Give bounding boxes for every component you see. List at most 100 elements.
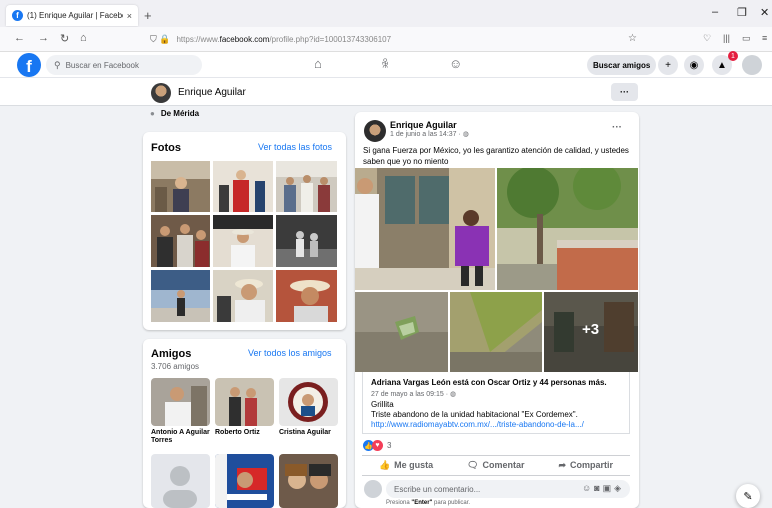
photo-thumbnail[interactable] [276, 270, 337, 322]
location-pin-icon: ● [150, 108, 155, 118]
shared-post-attachment[interactable]: Adriana Vargas León está con Oscar Ortiz… [362, 372, 630, 434]
create-plus-icon[interactable]: + [658, 55, 678, 75]
comment-input[interactable]: Escribe un comentario... ☺◙▣◈ [386, 480, 630, 498]
photo-thumbnail[interactable] [151, 215, 210, 267]
friends-count: 3.706 amigos [151, 362, 200, 371]
friend-name[interactable]: Antonio A Aguilar Torres [151, 429, 210, 445]
post-author-name[interactable]: Enrique Aguilar [390, 120, 457, 130]
photo-thumbnail[interactable] [213, 270, 273, 322]
love-reaction-icon: ♥ [372, 440, 383, 451]
reload-icon[interactable]: ↻ [60, 32, 69, 45]
like-button[interactable]: 👍 Me gusta [379, 460, 433, 471]
account-avatar[interactable] [742, 55, 762, 75]
photo-thumbnail[interactable] [276, 161, 337, 212]
profile-sticky-bar: Enrique Aguilar ··· [0, 78, 772, 106]
post-date[interactable]: 1 de junio a las 14:37 · ◍ [390, 130, 469, 138]
search-icon: ⚲ [54, 59, 61, 70]
location-text: De Mérida [160, 108, 200, 118]
friend-name[interactable]: Cristina Aguilar [279, 429, 338, 437]
globe-icon: ◍ [462, 131, 469, 138]
new-message-compose-icon[interactable]: ✎ [736, 484, 760, 508]
notification-badge: 1 [728, 51, 738, 61]
see-all-friends-link[interactable]: Ver todos los amigos [248, 348, 332, 358]
friend-photo[interactable] [151, 378, 210, 426]
sidebar-icon[interactable]: ▭ [742, 33, 751, 44]
friends-nav-icon[interactable]: ꆜ [381, 56, 390, 71]
photo-thumbnail[interactable] [151, 161, 210, 212]
post-photo[interactable] [497, 168, 638, 290]
share-icon: ➦ [558, 460, 566, 470]
facebook-favicon-icon: f [12, 10, 23, 21]
friend-photo[interactable] [215, 454, 274, 508]
url-text: https://www.facebook.com/profile.php?id=… [176, 35, 392, 44]
browser-tab[interactable]: f (1) Enrique Aguilar | Facebook × [6, 5, 138, 26]
profile-avatar[interactable] [151, 83, 171, 103]
home-icon[interactable]: ⌂ [80, 32, 87, 44]
friends-title: Amigos [151, 348, 192, 360]
menu-icon[interactable]: ≡ [762, 33, 767, 43]
photos-title: Fotos [151, 142, 181, 154]
messenger-icon[interactable]: ◉ [684, 55, 704, 75]
friend-photo[interactable] [279, 454, 338, 508]
photo-thumbnail[interactable] [151, 270, 210, 322]
photo-thumbnail[interactable] [213, 161, 273, 212]
back-icon[interactable]: ← [14, 32, 25, 44]
reaction-count: 3 [387, 441, 392, 450]
shield-lock-icon: ⛉ 🔒 [150, 34, 171, 44]
comment-hint: Presiona "Enter" para publicar. [386, 500, 471, 506]
maximize-button[interactable]: ❐ [737, 6, 747, 19]
close-window-button[interactable]: ✕ [760, 6, 769, 19]
minimize-button[interactable]: – [712, 6, 718, 18]
commenter-avatar [364, 480, 382, 498]
friend-photo[interactable] [279, 378, 338, 426]
see-all-photos-link[interactable]: Ver todas las fotos [258, 142, 332, 152]
profile-more-button[interactable]: ··· [611, 83, 638, 101]
friend-photo[interactable] [151, 454, 210, 508]
post-text: Si gana Fuerza por México, yo les garant… [363, 146, 629, 166]
shared-title[interactable]: Adriana Vargas León está con Oscar Ortiz… [371, 378, 607, 387]
facebook-header: f ⚲ Buscar en Facebook ⌂ ꆜ ☺ Buscar amig… [0, 51, 772, 78]
friend-card[interactable]: Roberto Ortiz [215, 378, 274, 437]
home-nav-icon[interactable]: ⌂ [314, 56, 322, 71]
share-button[interactable]: ➦ Compartir [558, 460, 613, 471]
friend-card[interactable]: Cristina Aguilar [279, 378, 338, 437]
post-more-icon[interactable]: ··· [612, 122, 622, 133]
post-photo[interactable] [355, 292, 448, 372]
reaction-summary[interactable]: 👍 ♥ 3 [363, 440, 391, 451]
comment-button[interactable]: 🗨 Comentar [467, 460, 524, 471]
groups-nav-icon[interactable]: ☺ [449, 56, 462, 71]
post-author-avatar[interactable] [364, 120, 386, 142]
post-actions: 👍 Me gusta 🗨 Comentar ➦ Compartir [362, 455, 630, 476]
globe-icon: ◍ [450, 391, 457, 398]
library-icon[interactable]: ||| [723, 33, 730, 43]
new-tab-button[interactable]: + [144, 8, 152, 23]
photo-thumbnail[interactable] [276, 215, 337, 267]
shared-link[interactable]: http://www.radiomayabtv.com.mx/.../trist… [371, 420, 584, 429]
more-photos-count: +3 [582, 321, 600, 338]
comment-icon: 🗨 [467, 460, 479, 470]
photo-thumbnail[interactable] [213, 215, 273, 267]
pocket-icon[interactable]: ♡ [703, 33, 711, 44]
bookmark-star-icon[interactable]: ☆ [628, 33, 637, 44]
browser-tab-bar: f (1) Enrique Aguilar | Facebook × + – ❐… [0, 0, 772, 27]
post-photo[interactable] [355, 168, 495, 290]
friend-photo[interactable] [215, 378, 274, 426]
thumbs-up-icon: 👍 [378, 460, 391, 470]
friend-card[interactable]: Antonio A Aguilar Torres [151, 378, 210, 445]
forward-icon[interactable]: → [38, 32, 49, 44]
tab-title: (1) Enrique Aguilar | Facebook [27, 11, 123, 20]
comment-placeholder: Escribe un comentario... [394, 484, 481, 494]
find-friends-button[interactable]: Buscar amigos [587, 55, 657, 75]
address-bar[interactable]: ⛉ 🔒 https://www.facebook.com/profile.php… [150, 30, 640, 49]
post-photo[interactable] [450, 292, 542, 372]
shared-line-1: Grillita [371, 400, 394, 409]
friend-name[interactable]: Roberto Ortiz [215, 429, 274, 437]
facebook-logo-icon[interactable]: f [17, 53, 41, 77]
profile-name[interactable]: Enrique Aguilar [178, 87, 246, 98]
shared-line-2: Triste abandono de la unidad habitaciona… [371, 410, 578, 419]
shared-date: 27 de mayo a las 09:15 · ◍ [371, 391, 457, 398]
facebook-search-input[interactable]: ⚲ Buscar en Facebook [46, 55, 202, 75]
browser-toolbar: ← → ↻ ⌂ ⛉ 🔒 https://www.facebook.com/pro… [0, 27, 772, 52]
comment-tools-icons[interactable]: ☺◙▣◈ [582, 483, 624, 494]
tab-close-icon[interactable]: × [127, 11, 132, 21]
